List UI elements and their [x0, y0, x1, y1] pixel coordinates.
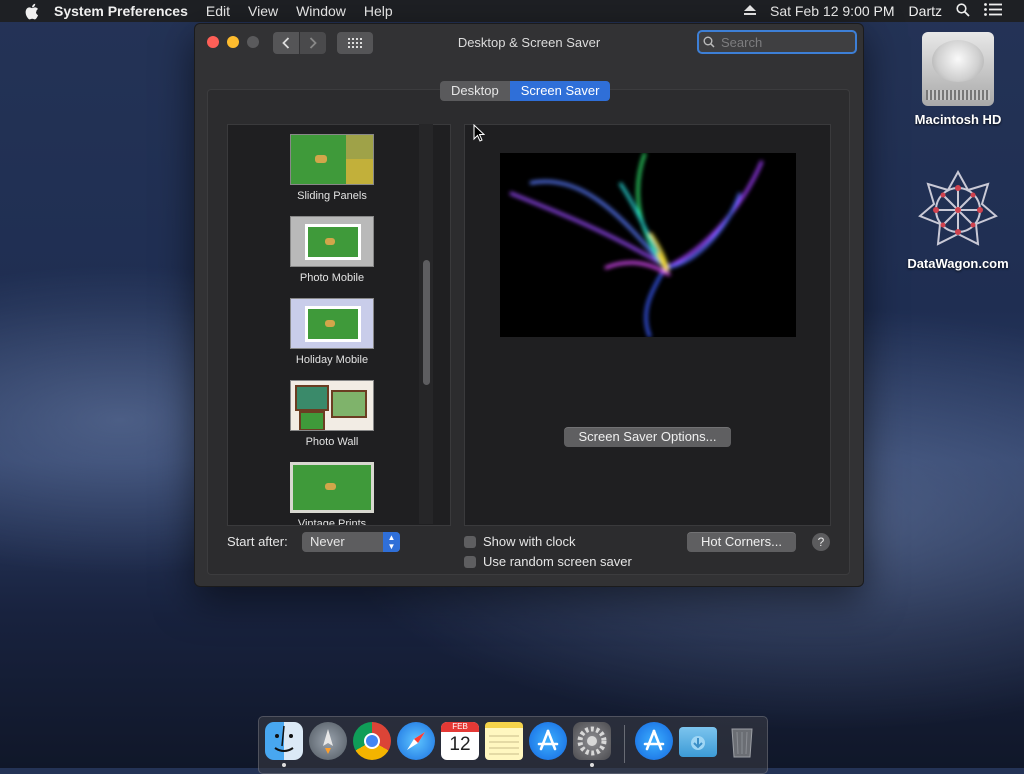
menu-view[interactable]: View — [248, 3, 278, 19]
running-indicator — [590, 763, 594, 767]
hot-corners-button[interactable]: Hot Corners... — [687, 532, 796, 552]
menu-user[interactable]: Dartz — [909, 3, 942, 19]
tab-desktop[interactable]: Desktop — [440, 81, 510, 101]
list-scrollbar[interactable] — [419, 124, 433, 524]
saver-thumbnail — [290, 298, 374, 349]
chevron-updown-icon: ▲ ▼ — [383, 532, 400, 552]
checkbox-box[interactable] — [464, 535, 476, 548]
checkbox-label: Show with clock — [483, 534, 576, 549]
saver-label: Holiday Mobile — [295, 354, 369, 366]
app-store-icon[interactable] — [529, 722, 567, 760]
list-item-vintage-prints[interactable]: Vintage Prints — [228, 462, 436, 526]
app-store-download-icon[interactable] — [635, 722, 673, 760]
menu-help[interactable]: Help — [364, 3, 393, 19]
notification-center-icon[interactable] — [984, 3, 1002, 19]
chrome-icon[interactable] — [353, 722, 391, 760]
datawagon-logo-icon — [918, 169, 998, 250]
saver-label: Photo Mobile — [299, 272, 365, 284]
safari-icon[interactable] — [397, 722, 435, 760]
spotlight-search-icon[interactable] — [956, 2, 970, 20]
search-field[interactable] — [697, 30, 857, 54]
calendar-day: 12 — [449, 734, 471, 755]
random-screen-saver-checkbox[interactable]: Use random screen saver — [464, 554, 632, 569]
saver-thumbnail — [290, 462, 374, 513]
hard-drive-icon — [922, 32, 994, 106]
saver-thumbnail — [290, 216, 374, 267]
checkbox-label: Use random screen saver — [483, 554, 632, 569]
saver-label: Vintage Prints — [297, 518, 367, 526]
tab-screen-saver[interactable]: Screen Saver — [509, 81, 611, 101]
desktop-icon-macintosh-hd[interactable]: Macintosh HD — [903, 32, 1013, 127]
checkbox-box[interactable] — [464, 555, 476, 568]
dock-separator — [624, 725, 625, 763]
desktop-icon-datawagon[interactable]: DataWagon.com — [903, 169, 1013, 271]
eject-icon[interactable] — [744, 3, 757, 19]
screen-saver-options-button[interactable]: Screen Saver Options... — [564, 427, 731, 447]
title-bar: Desktop & Screen Saver — [195, 24, 863, 62]
saver-label: Sliding Panels — [297, 190, 367, 202]
search-icon — [703, 36, 715, 48]
list-item-holiday-mobile[interactable]: Holiday Mobile — [228, 298, 436, 366]
list-item-photo-mobile[interactable]: Photo Mobile — [228, 216, 436, 284]
start-after-select[interactable]: Never ▲ ▼ — [302, 532, 400, 552]
launchpad-icon[interactable] — [309, 722, 347, 760]
dock: FEB 12 — [258, 716, 768, 774]
start-after-value: Never — [310, 534, 345, 549]
menu-bar: System Preferences Edit View Window Help… — [0, 0, 1024, 22]
saver-thumbnail — [290, 134, 374, 185]
menu-edit[interactable]: Edit — [206, 3, 230, 19]
start-after-label: Start after: — [227, 534, 288, 549]
list-item-photo-wall[interactable]: Photo Wall — [228, 380, 436, 448]
screen-saver-preview[interactable] — [500, 153, 796, 337]
screen-saver-list[interactable]: Sliding Panels Photo Mobile Holiday Mobi… — [227, 124, 451, 526]
running-indicator — [282, 763, 286, 767]
show-with-clock-checkbox[interactable]: Show with clock — [464, 534, 575, 549]
downloads-folder-icon[interactable] — [679, 727, 717, 757]
system-preferences-icon[interactable] — [573, 722, 611, 760]
desktop-icon-label: DataWagon.com — [907, 256, 1009, 271]
preview-area: Screen Saver Options... — [464, 124, 831, 526]
mouse-cursor-icon — [473, 123, 486, 147]
preferences-window: Desktop & Screen Saver Desktop Screen Sa… — [194, 23, 864, 587]
help-button[interactable]: ? — [812, 533, 830, 551]
menu-clock[interactable]: Sat Feb 12 9:00 PM — [770, 3, 895, 19]
desktop-icon-label: Macintosh HD — [914, 112, 1002, 127]
saver-thumbnail — [290, 380, 374, 431]
saver-label: Photo Wall — [305, 436, 359, 448]
notes-icon[interactable] — [485, 722, 523, 760]
list-item-sliding-panels[interactable]: Sliding Panels — [228, 134, 436, 202]
app-menu[interactable]: System Preferences — [54, 3, 188, 19]
trash-icon[interactable] — [723, 722, 761, 760]
calendar-icon[interactable]: FEB 12 — [441, 722, 479, 760]
search-input[interactable] — [719, 33, 843, 51]
apple-icon[interactable] — [20, 3, 42, 19]
calendar-month: FEB — [441, 722, 479, 732]
tab-control: Desktop Screen Saver — [440, 81, 611, 101]
menu-window[interactable]: Window — [296, 3, 346, 19]
scrollbar-thumb[interactable] — [423, 260, 430, 385]
finder-icon[interactable] — [265, 722, 303, 760]
